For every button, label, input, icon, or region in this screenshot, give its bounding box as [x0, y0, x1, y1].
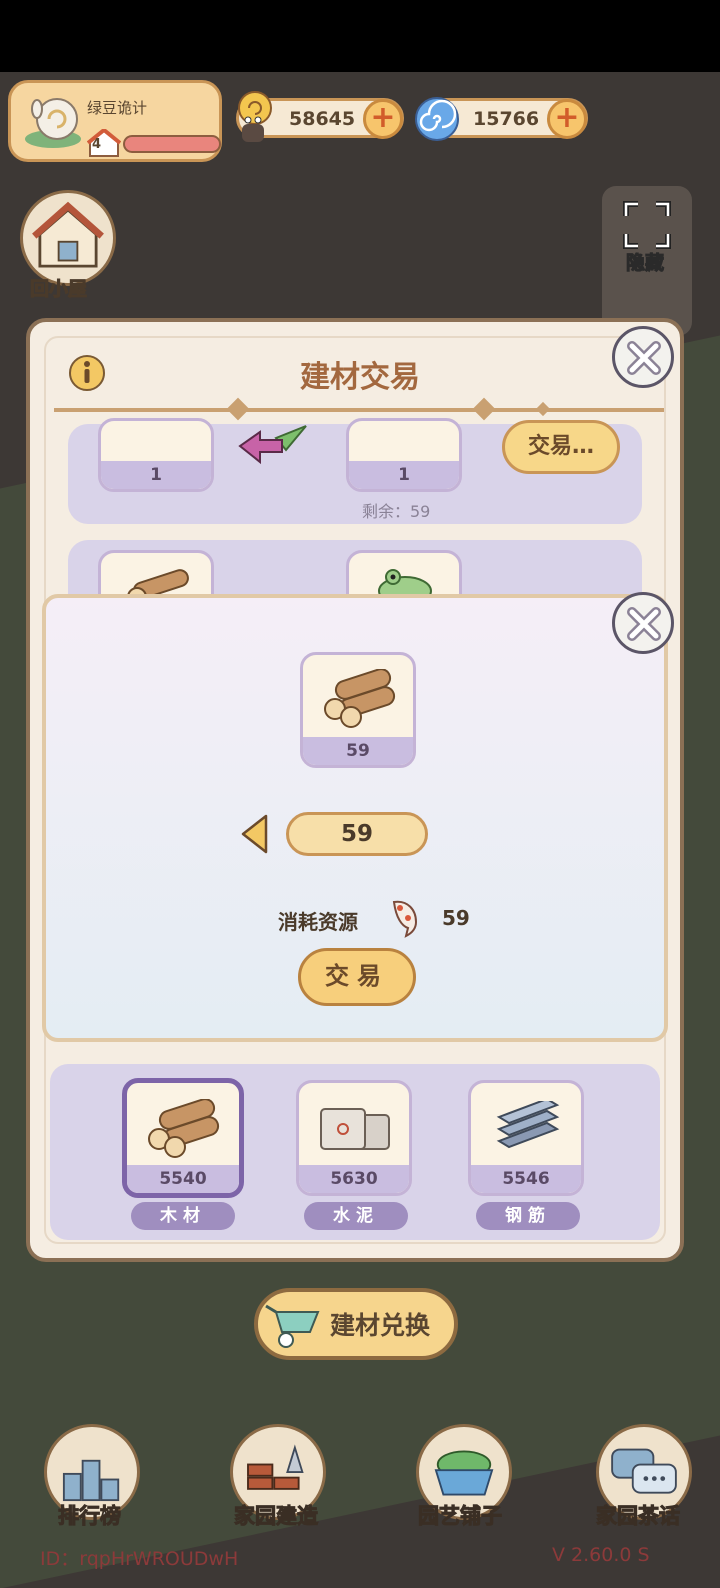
material-count: 5546 [471, 1165, 581, 1193]
wood-icon [324, 669, 396, 728]
material-rebar[interactable]: 5546 [468, 1080, 584, 1196]
add-gems-button[interactable]: + [547, 99, 587, 139]
gems-value: 15766 [473, 108, 540, 130]
decrease-arrow-icon[interactable] [240, 814, 270, 854]
player-level: 4 [92, 137, 102, 152]
xp-bar [123, 135, 221, 153]
snail-avatar-icon [25, 98, 81, 148]
title-divider [54, 408, 664, 412]
nav-tea-talk-label: 家园茶话 [596, 1504, 681, 1529]
player-profile[interactable]: 绿豆诡计 4 [8, 80, 222, 162]
coins-value: 58645 [289, 108, 356, 130]
row-trade-button[interactable]: 交易… [502, 420, 620, 474]
exchange-label: 建材兑换 [330, 1311, 431, 1340]
nav-ranking-label: 排行榜 [58, 1504, 122, 1529]
hide-ui-panel[interactable]: 隐藏 [602, 186, 692, 336]
remaining-count: 剩余：59 [362, 502, 431, 521]
wood-icon [148, 1099, 220, 1158]
quantity-field[interactable]: 59 [286, 812, 428, 856]
close-icon [627, 607, 661, 641]
dialog-item-wood: 59 [300, 652, 416, 768]
material-label: 水泥 [304, 1202, 408, 1230]
dialog-item-count: 59 [303, 737, 413, 765]
home-label: 回小屋 [29, 278, 88, 301]
close-icon [627, 341, 661, 375]
give-item-wood: 1 [98, 418, 214, 492]
material-count: 5540 [127, 1165, 239, 1193]
trade-arrow-icon [238, 425, 307, 465]
koi-fish-icon [392, 900, 418, 938]
hide-label: 隐藏 [625, 252, 665, 275]
house-icon [32, 201, 104, 268]
material-label: 钢筋 [476, 1202, 580, 1230]
cost-value: 59 [442, 906, 470, 930]
rebar-icon [496, 1101, 560, 1149]
get-item-count: 1 [349, 461, 459, 489]
give-item-count: 1 [101, 461, 211, 489]
material-cement[interactable]: 5630 [296, 1080, 412, 1196]
cement-icon [320, 1108, 390, 1150]
cost-label: 消耗资源 [278, 910, 358, 934]
material-wood[interactable]: 5540 [122, 1078, 244, 1198]
nav-garden-shop-label: 园艺铺子 [418, 1504, 503, 1529]
material-label: 木材 [131, 1202, 235, 1230]
version-label: V 2.60.0 S [552, 1544, 650, 1566]
confirm-trade-button[interactable]: 交易 [298, 948, 416, 1006]
add-coins-button[interactable]: + [363, 99, 403, 139]
material-count: 5630 [299, 1165, 409, 1193]
get-item-frog: 1 [346, 418, 462, 492]
hide-icon [623, 201, 671, 249]
swirl-gem-icon [415, 97, 459, 141]
close-panel-button[interactable] [612, 326, 674, 388]
snail-coin-icon [238, 91, 272, 142]
player-name: 绿豆诡计 [87, 99, 148, 117]
nav-build-label: 家园建造 [234, 1504, 319, 1529]
player-id: ID：rqpHrWROUDwH [40, 1548, 239, 1570]
close-dialog-button[interactable] [612, 592, 674, 654]
wheelbarrow-icon [265, 1304, 320, 1348]
home-button[interactable] [20, 190, 116, 286]
